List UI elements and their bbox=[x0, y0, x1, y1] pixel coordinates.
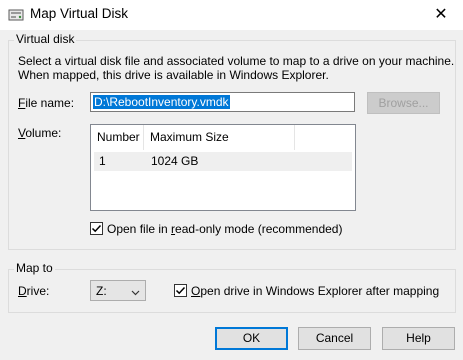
virtual-disk-group-label: Virtual disk bbox=[14, 32, 77, 46]
checkmark-icon bbox=[175, 286, 186, 295]
drive-label: Drive: bbox=[18, 284, 50, 298]
open-explorer-label[interactable]: Open drive in Windows Explorer after map… bbox=[191, 284, 439, 298]
file-name-value: D:\RebootInventory.vmdk bbox=[93, 95, 230, 109]
drive-select[interactable]: Z: bbox=[90, 280, 146, 301]
open-explorer-checkbox[interactable] bbox=[174, 284, 187, 297]
close-icon: ✕ bbox=[434, 6, 448, 23]
volume-list[interactable]: Number Maximum Size 1 1024 GB bbox=[90, 124, 356, 211]
window-title: Map Virtual Disk bbox=[30, 6, 129, 21]
title-bar: Map Virtual Disk ✕ bbox=[0, 0, 463, 30]
file-name-label: File name: bbox=[18, 96, 75, 110]
close-button[interactable]: ✕ bbox=[419, 0, 463, 30]
help-button[interactable]: Help bbox=[382, 327, 455, 350]
browse-button[interactable]: Browse... bbox=[367, 92, 440, 114]
drive-value: Z: bbox=[96, 284, 107, 298]
column-divider[interactable] bbox=[294, 125, 295, 150]
virtual-disk-description: Select a virtual disk file and associate… bbox=[18, 54, 458, 82]
volume-size: 1024 GB bbox=[151, 154, 199, 168]
map-to-group-label: Map to bbox=[14, 261, 55, 275]
table-row[interactable]: 1 1024 GB bbox=[94, 152, 352, 171]
chevron-down-icon bbox=[131, 286, 140, 300]
volume-list-header: Number Maximum Size bbox=[91, 125, 355, 150]
column-header-maximum-size[interactable]: Maximum Size bbox=[144, 125, 294, 150]
column-header-number[interactable]: Number bbox=[91, 125, 143, 150]
file-name-field[interactable]: D:\RebootInventory.vmdk bbox=[90, 92, 355, 112]
readonly-label[interactable]: Open file in read-only mode (recommended… bbox=[107, 222, 342, 236]
readonly-checkbox[interactable] bbox=[90, 222, 103, 235]
description-line-2: When mapped, this drive is available in … bbox=[18, 68, 329, 82]
cancel-button[interactable]: Cancel bbox=[298, 327, 371, 350]
volume-label: Volume: bbox=[18, 126, 62, 140]
map-drive-icon bbox=[8, 7, 24, 23]
description-line-1: Select a virtual disk file and associate… bbox=[18, 54, 455, 68]
volume-number: 1 bbox=[99, 154, 106, 168]
ok-button[interactable]: OK bbox=[215, 327, 288, 350]
checkmark-icon bbox=[91, 224, 102, 233]
